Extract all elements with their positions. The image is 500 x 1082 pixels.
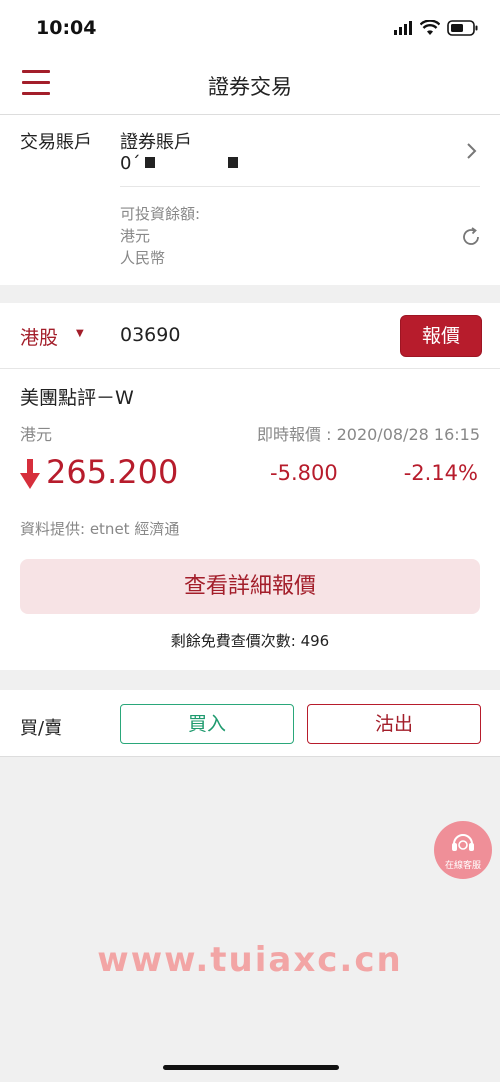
arrow-down-icon	[20, 459, 40, 489]
quote-card: 美團點評－W 港元 即時報價 : 2020/08/28 16:15 265.20…	[0, 369, 500, 670]
rmb-balance: 人民幣	[120, 249, 166, 267]
currency-label: 港元	[20, 425, 53, 444]
status-bar: 10:04	[0, 0, 500, 58]
buy-sell-label: 買/賣	[20, 718, 63, 739]
battery-icon	[447, 20, 478, 36]
sell-button[interactable]: 沽出	[307, 704, 481, 744]
trade-row: 買/賣 買入 沽出	[0, 690, 500, 757]
home-indicator[interactable]	[163, 1065, 339, 1070]
quote-timestamp: 即時報價 : 2020/08/28 16:15	[257, 425, 480, 444]
account-card[interactable]: 交易賬戶 證券賬戶 0´ 可投資餘額: 港元 人民幣	[0, 115, 500, 285]
status-time: 10:04	[36, 17, 97, 39]
stock-name: 美團點評－W	[20, 387, 134, 409]
data-provider: 資料提供: etnet 經濟通	[20, 520, 180, 538]
available-balance-label: 可投資餘額:	[120, 205, 201, 223]
customer-service-label: 在線客服	[444, 861, 481, 871]
masked-digit	[145, 157, 155, 168]
chevron-right-icon[interactable]	[462, 141, 482, 161]
account-number: 0´	[120, 153, 238, 174]
price-change-percent: -2.14%	[403, 461, 478, 485]
market-dropdown[interactable]: 港股	[20, 323, 58, 350]
view-detail-quote-button[interactable]: 查看詳細報價	[20, 559, 480, 614]
account-type: 證券賬戶	[120, 132, 192, 153]
stock-code-input[interactable]: 03690	[120, 324, 180, 346]
hkd-balance: 港元	[120, 227, 151, 245]
wifi-icon	[420, 20, 440, 35]
buy-button[interactable]: 買入	[120, 704, 294, 744]
stock-price: 265.200	[46, 453, 179, 491]
masked-digit	[228, 157, 238, 168]
quote-button[interactable]: 報價	[400, 315, 482, 357]
free-quote-count: 剩餘免費查價次數: 496	[170, 632, 330, 650]
caret-down-icon[interactable]: ▼	[76, 328, 84, 339]
account-label: 交易賬戶	[20, 132, 92, 153]
headset-icon	[452, 834, 474, 851]
page-title: 證券交易	[208, 75, 292, 99]
nav-bar: 證券交易	[0, 58, 500, 115]
divider	[120, 186, 480, 187]
price-change: -5.800	[270, 461, 338, 485]
customer-service-button[interactable]: 在線客服	[434, 821, 492, 879]
signal-icon	[394, 21, 412, 35]
watermark: www.tuiaxc.cn	[97, 940, 403, 980]
refresh-icon[interactable]	[459, 225, 483, 249]
stock-selector-row: 港股 ▼ 03690 報價	[0, 303, 500, 369]
